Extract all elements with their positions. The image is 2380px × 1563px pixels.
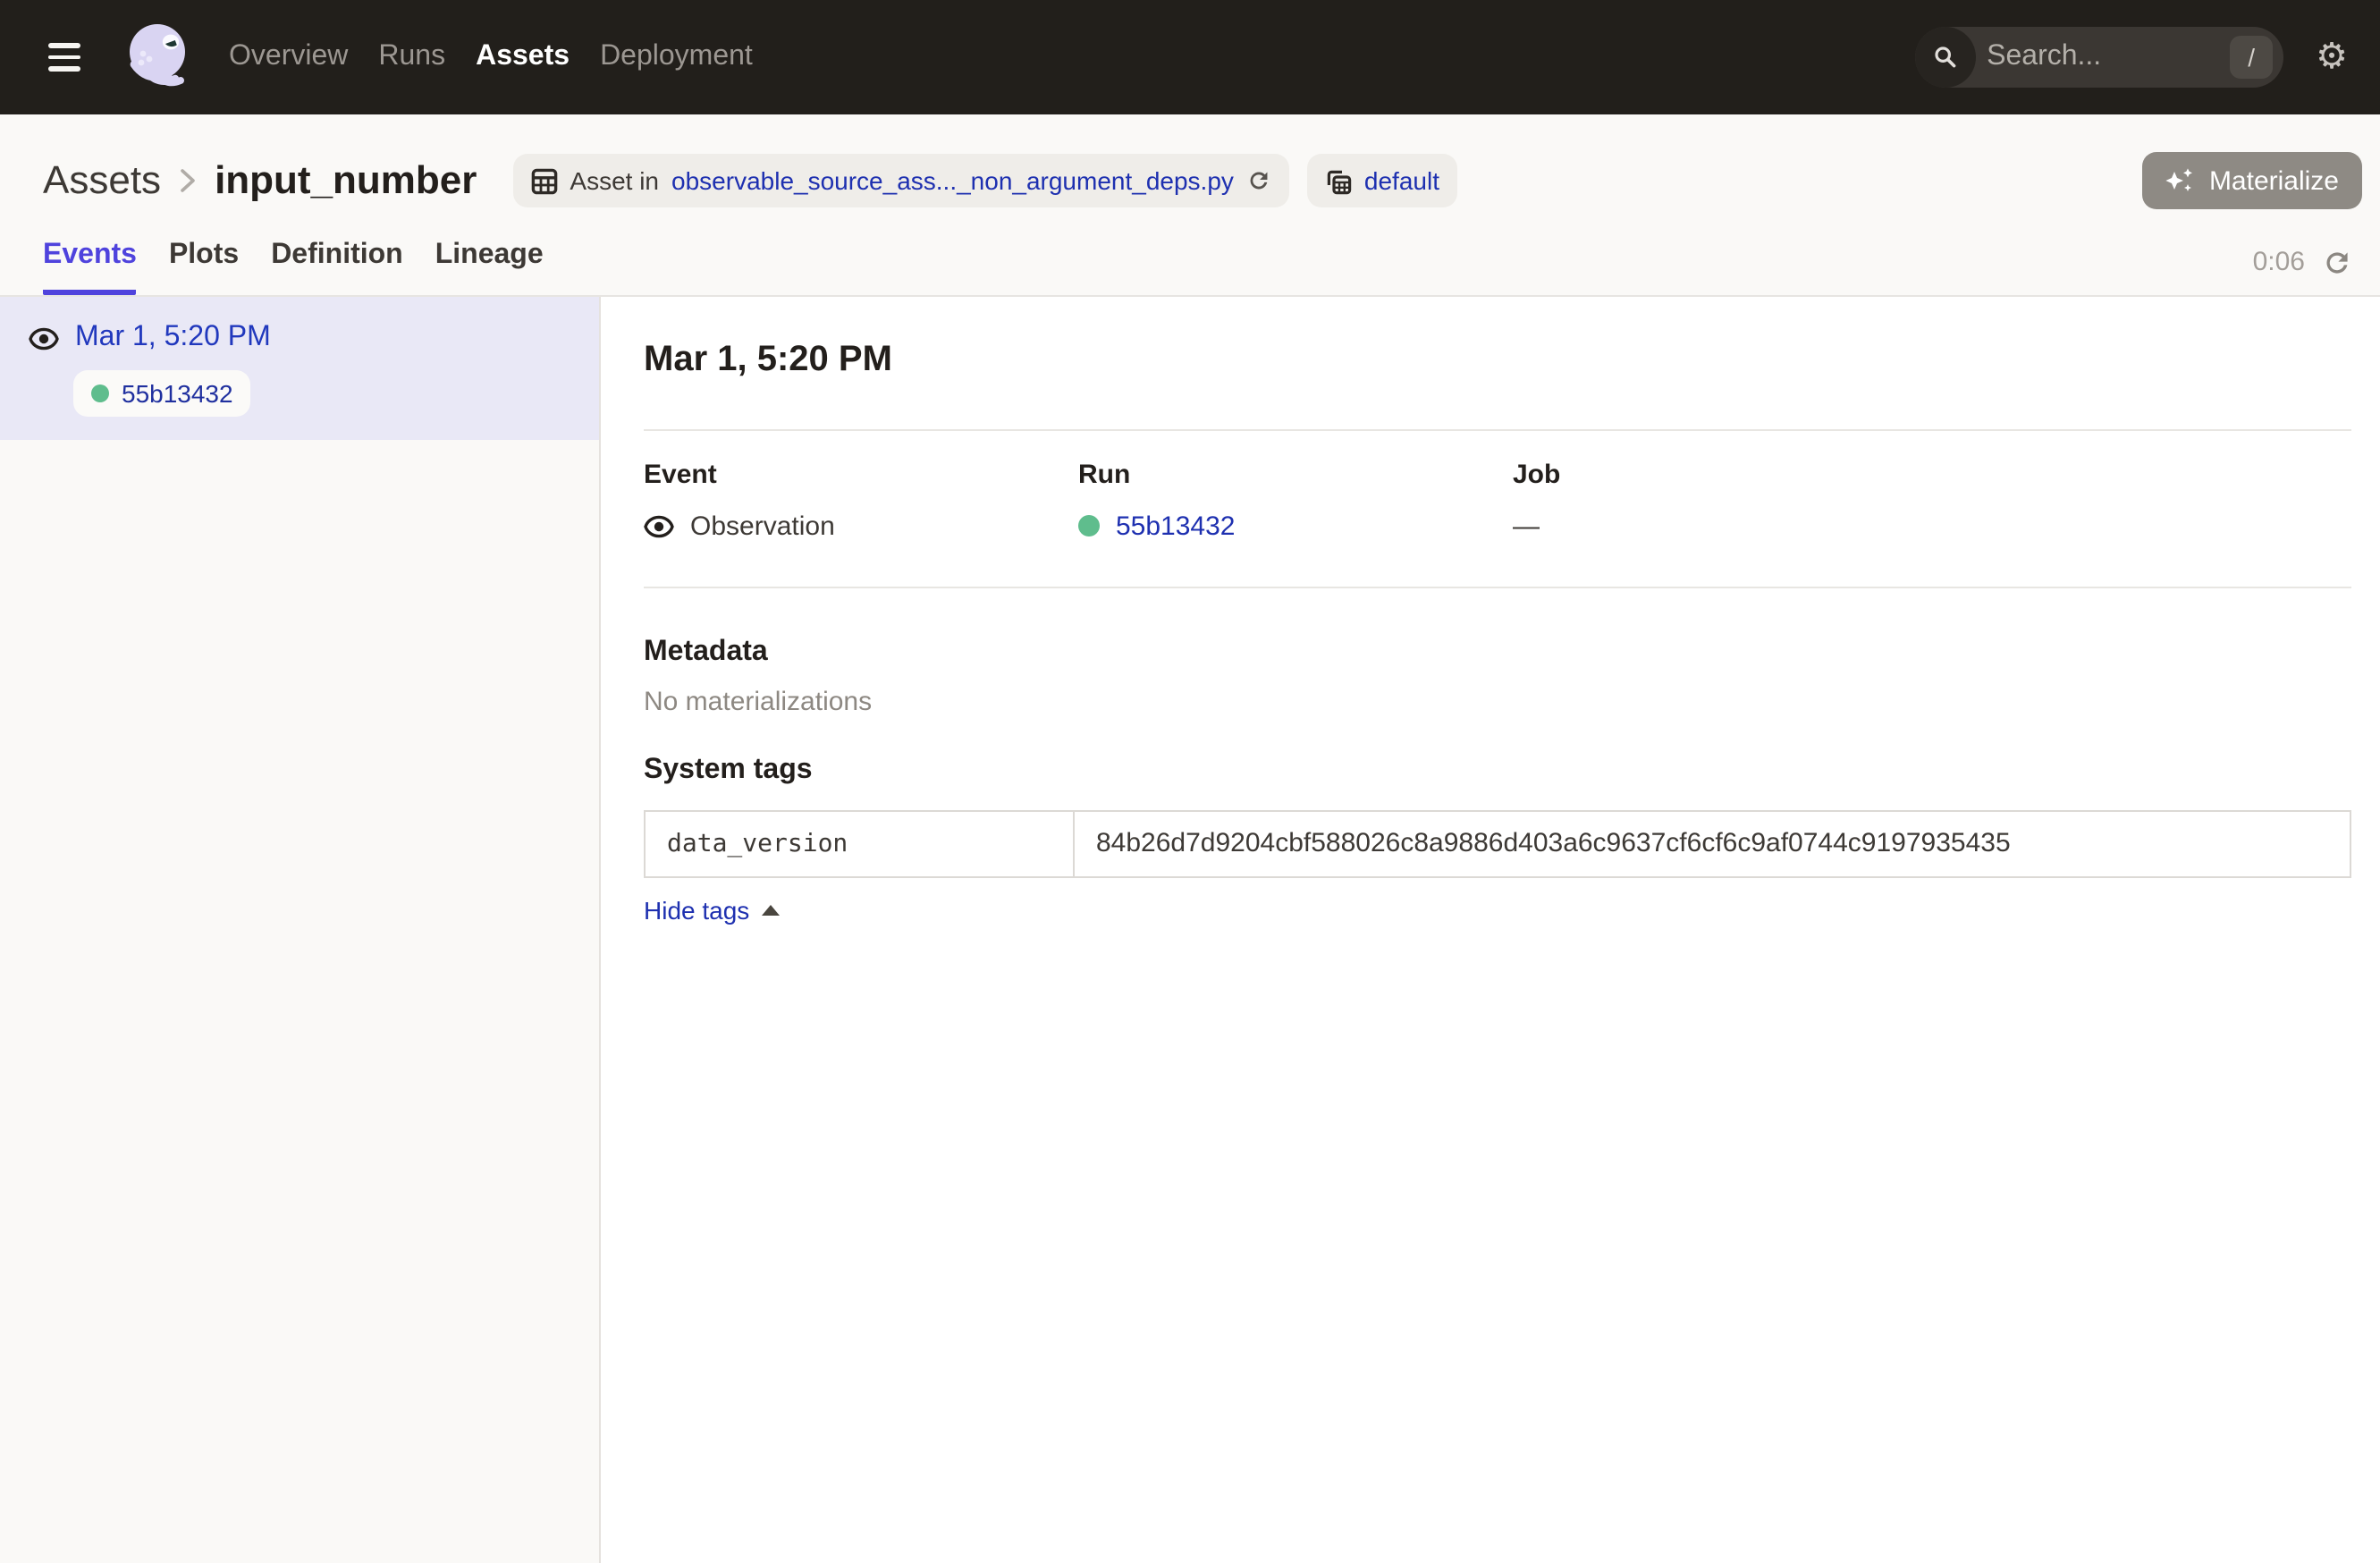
system-tags-table: data_version 84b26d7d9204cbf588026c8a988… — [644, 810, 2351, 878]
tab-events[interactable]: Events — [43, 240, 137, 295]
page-header: Assets input_number Asset in observable_… — [0, 114, 2380, 297]
event-list-item[interactable]: Mar 1, 5:20 PM 55b13432 — [0, 297, 599, 440]
reload-definitions-icon[interactable] — [1246, 168, 1271, 193]
search-input[interactable] — [1976, 41, 2230, 73]
search-box[interactable]: / — [1915, 27, 2283, 88]
settings-gear-icon[interactable]: ⚙ — [2308, 32, 2355, 82]
app-root: Overview Runs Assets Deployment / ⚙ Asse… — [0, 0, 2380, 1563]
page-title: input_number — [215, 157, 477, 204]
dagster-logo[interactable] — [122, 18, 200, 97]
event-detail-title: Mar 1, 5:20 PM — [644, 336, 2351, 383]
metadata-heading: Metadata — [644, 635, 2351, 671]
tab-lineage[interactable]: Lineage — [435, 240, 544, 295]
repo-badge: default — [1307, 154, 1457, 207]
event-run-id: 55b13432 — [122, 379, 233, 408]
divider — [644, 587, 2351, 588]
asset-location-prefix: Asset in — [570, 166, 659, 195]
nav-links: Overview Runs Assets Deployment — [229, 41, 753, 73]
hide-tags-link[interactable]: Hide tags — [644, 896, 780, 925]
search-shortcut-key: / — [2230, 36, 2273, 79]
breadcrumb-assets-link[interactable]: Assets — [43, 157, 161, 204]
event-timestamp-link[interactable]: Mar 1, 5:20 PM — [75, 322, 271, 354]
asset-definition-file-link[interactable]: observable_source_ass..._non_argument_de… — [671, 166, 1234, 195]
breadcrumb: Assets input_number Asset in observable_… — [43, 139, 2362, 222]
nav-item-overview[interactable]: Overview — [229, 41, 348, 73]
event-label: Event — [644, 460, 1078, 490]
materialize-label: Materialize — [2209, 165, 2339, 196]
run-label: Run — [1078, 460, 1513, 490]
run-status-dot — [1078, 515, 1100, 536]
event-run-pill[interactable]: 55b13432 — [73, 370, 251, 417]
job-column: Job — — [1513, 460, 2351, 544]
tag-value-cell: 84b26d7d9204cbf588026c8a9886d403a6c9637c… — [1075, 812, 2350, 876]
event-detail-panel: Mar 1, 5:20 PM Event Observation — [601, 297, 2380, 1563]
workspace-icon — [1325, 167, 1352, 194]
run-id-link[interactable]: 55b13432 — [1116, 511, 1236, 541]
event-list-sidebar: Mar 1, 5:20 PM 55b13432 — [0, 297, 601, 1563]
refresh-icon[interactable] — [2323, 248, 2351, 276]
job-value: — — [1513, 511, 1540, 541]
table-icon — [530, 167, 557, 194]
asset-tabs: Events Plots Definition Lineage 0:06 — [43, 240, 2362, 295]
event-column: Event Observation — [644, 460, 1078, 544]
observation-eye-icon — [644, 514, 674, 537]
search-icon — [1915, 27, 1976, 88]
event-type: Observation — [690, 511, 835, 541]
metadata-empty-message: No materializations — [644, 685, 2351, 721]
refresh-countdown: 0:06 — [2253, 247, 2305, 277]
event-summary: Event Observation Run — [644, 460, 2351, 544]
hamburger-menu-button[interactable] — [29, 21, 100, 93]
tag-key-cell: data_version — [646, 812, 1075, 876]
run-column: Run 55b13432 — [1078, 460, 1513, 544]
repo-default-link[interactable]: default — [1364, 166, 1439, 195]
hide-tags-label: Hide tags — [644, 896, 749, 925]
observation-eye-icon — [29, 326, 59, 350]
sparkle-icon — [2166, 166, 2195, 195]
tab-plots[interactable]: Plots — [169, 240, 239, 295]
nav-item-assets[interactable]: Assets — [476, 41, 570, 73]
nav-item-runs[interactable]: Runs — [378, 41, 445, 73]
refresh-area: 0:06 — [2253, 247, 2351, 277]
system-tags-heading: System tags — [644, 753, 2351, 789]
job-label: Job — [1513, 460, 2351, 490]
content-area: Mar 1, 5:20 PM 55b13432 Mar 1, 5:20 PM E… — [0, 297, 2380, 1563]
materialize-button[interactable]: Materialize — [2143, 152, 2362, 209]
top-nav: Overview Runs Assets Deployment / ⚙ — [0, 0, 2380, 114]
caret-up-icon — [762, 905, 780, 916]
nav-item-deployment[interactable]: Deployment — [600, 41, 753, 73]
chevron-right-icon — [179, 166, 197, 195]
asset-location-badge: Asset in observable_source_ass..._non_ar… — [512, 154, 1289, 207]
run-status-dot — [91, 384, 109, 402]
divider — [644, 429, 2351, 431]
tab-definition[interactable]: Definition — [271, 240, 403, 295]
